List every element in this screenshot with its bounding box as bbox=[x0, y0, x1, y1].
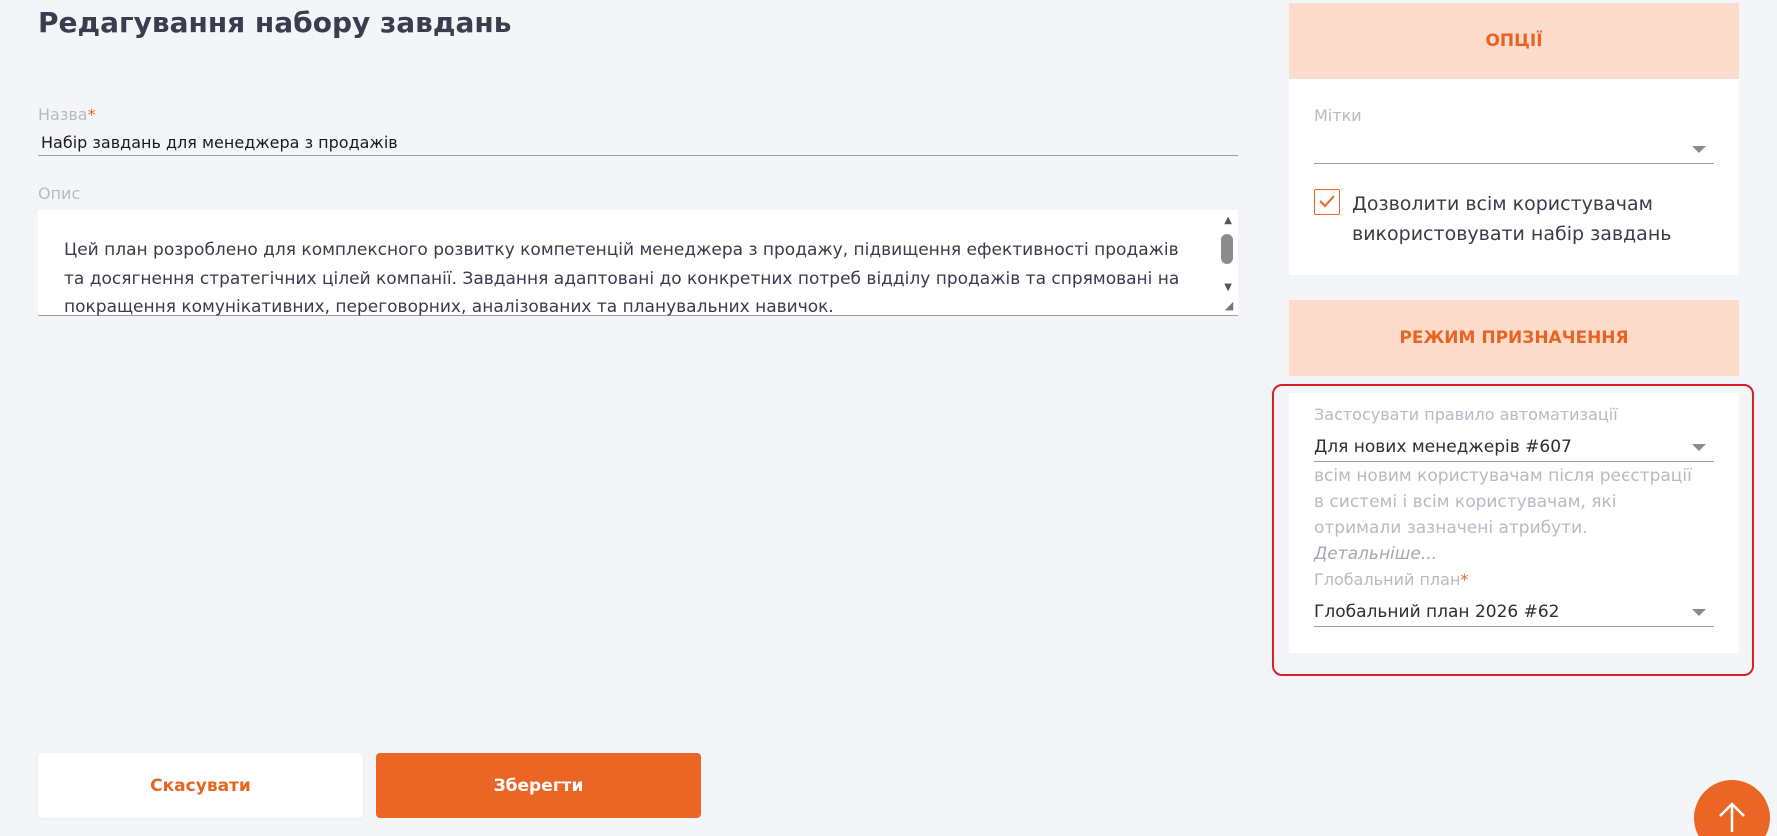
assignment-panel: Застосувати правило автоматизації Для но… bbox=[1289, 393, 1739, 653]
scroll-up-arrow-icon[interactable]: ▲ bbox=[1224, 215, 1232, 226]
description-label: Опис bbox=[38, 184, 81, 203]
scrollbar-thumb[interactable] bbox=[1221, 234, 1233, 264]
scroll-down-arrow-icon[interactable]: ▼ bbox=[1224, 282, 1232, 293]
cancel-button[interactable]: Скасувати bbox=[38, 753, 363, 818]
checkmark-icon bbox=[1319, 195, 1335, 208]
chevron-down-icon bbox=[1692, 146, 1706, 153]
scroll-to-top-button[interactable] bbox=[1694, 780, 1770, 836]
required-mark: * bbox=[1460, 570, 1469, 589]
global-plan-label-text: Глобальний план bbox=[1314, 570, 1461, 589]
chevron-down-icon bbox=[1692, 609, 1706, 616]
description-textarea[interactable]: Цей план розроблено для комплексного роз… bbox=[38, 210, 1238, 317]
allow-all-checkbox[interactable] bbox=[1314, 189, 1340, 215]
allow-all-label: Дозволити всім користувачам використовув… bbox=[1352, 193, 1672, 245]
details-link[interactable]: Детальніше... bbox=[1314, 544, 1437, 564]
automation-rule-label: Застосувати правило автоматизації bbox=[1314, 405, 1618, 424]
automation-rule-hint: всім новим користувачам після реєстрації… bbox=[1314, 463, 1694, 567]
name-input[interactable] bbox=[38, 130, 1238, 156]
automation-rule-select[interactable]: Для нових менеджерів #607 bbox=[1314, 432, 1714, 462]
tags-label: Мітки bbox=[1314, 106, 1362, 125]
options-panel-header: ОПЦІЇ bbox=[1289, 3, 1739, 79]
save-button[interactable]: Зберегти bbox=[376, 753, 701, 818]
description-text: Цей план розроблено для комплексного роз… bbox=[64, 240, 1180, 317]
global-plan-label: Глобальний план* bbox=[1314, 570, 1468, 589]
options-panel: Мітки Дозволити всім користувачам викори… bbox=[1289, 79, 1739, 275]
page-title: Редагування набору завдань bbox=[38, 6, 512, 39]
name-label-text: Назва bbox=[38, 105, 88, 124]
required-mark: * bbox=[87, 105, 96, 124]
chevron-down-icon bbox=[1692, 444, 1706, 451]
assignment-panel-header: РЕЖИМ ПРИЗНАЧЕННЯ bbox=[1289, 300, 1739, 376]
automation-hint-text: всім новим користувачам після реєстрації… bbox=[1314, 466, 1692, 538]
arrow-up-icon bbox=[1719, 802, 1745, 832]
global-plan-value: Глобальний план 2026 #62 bbox=[1314, 602, 1560, 622]
name-label: Назва* bbox=[38, 105, 96, 124]
global-plan-select[interactable]: Глобальний план 2026 #62 bbox=[1314, 597, 1714, 627]
tags-select[interactable] bbox=[1314, 134, 1714, 164]
resize-handle-icon[interactable]: ◢ bbox=[1222, 299, 1236, 313]
automation-rule-value: Для нових менеджерів #607 bbox=[1314, 437, 1572, 457]
